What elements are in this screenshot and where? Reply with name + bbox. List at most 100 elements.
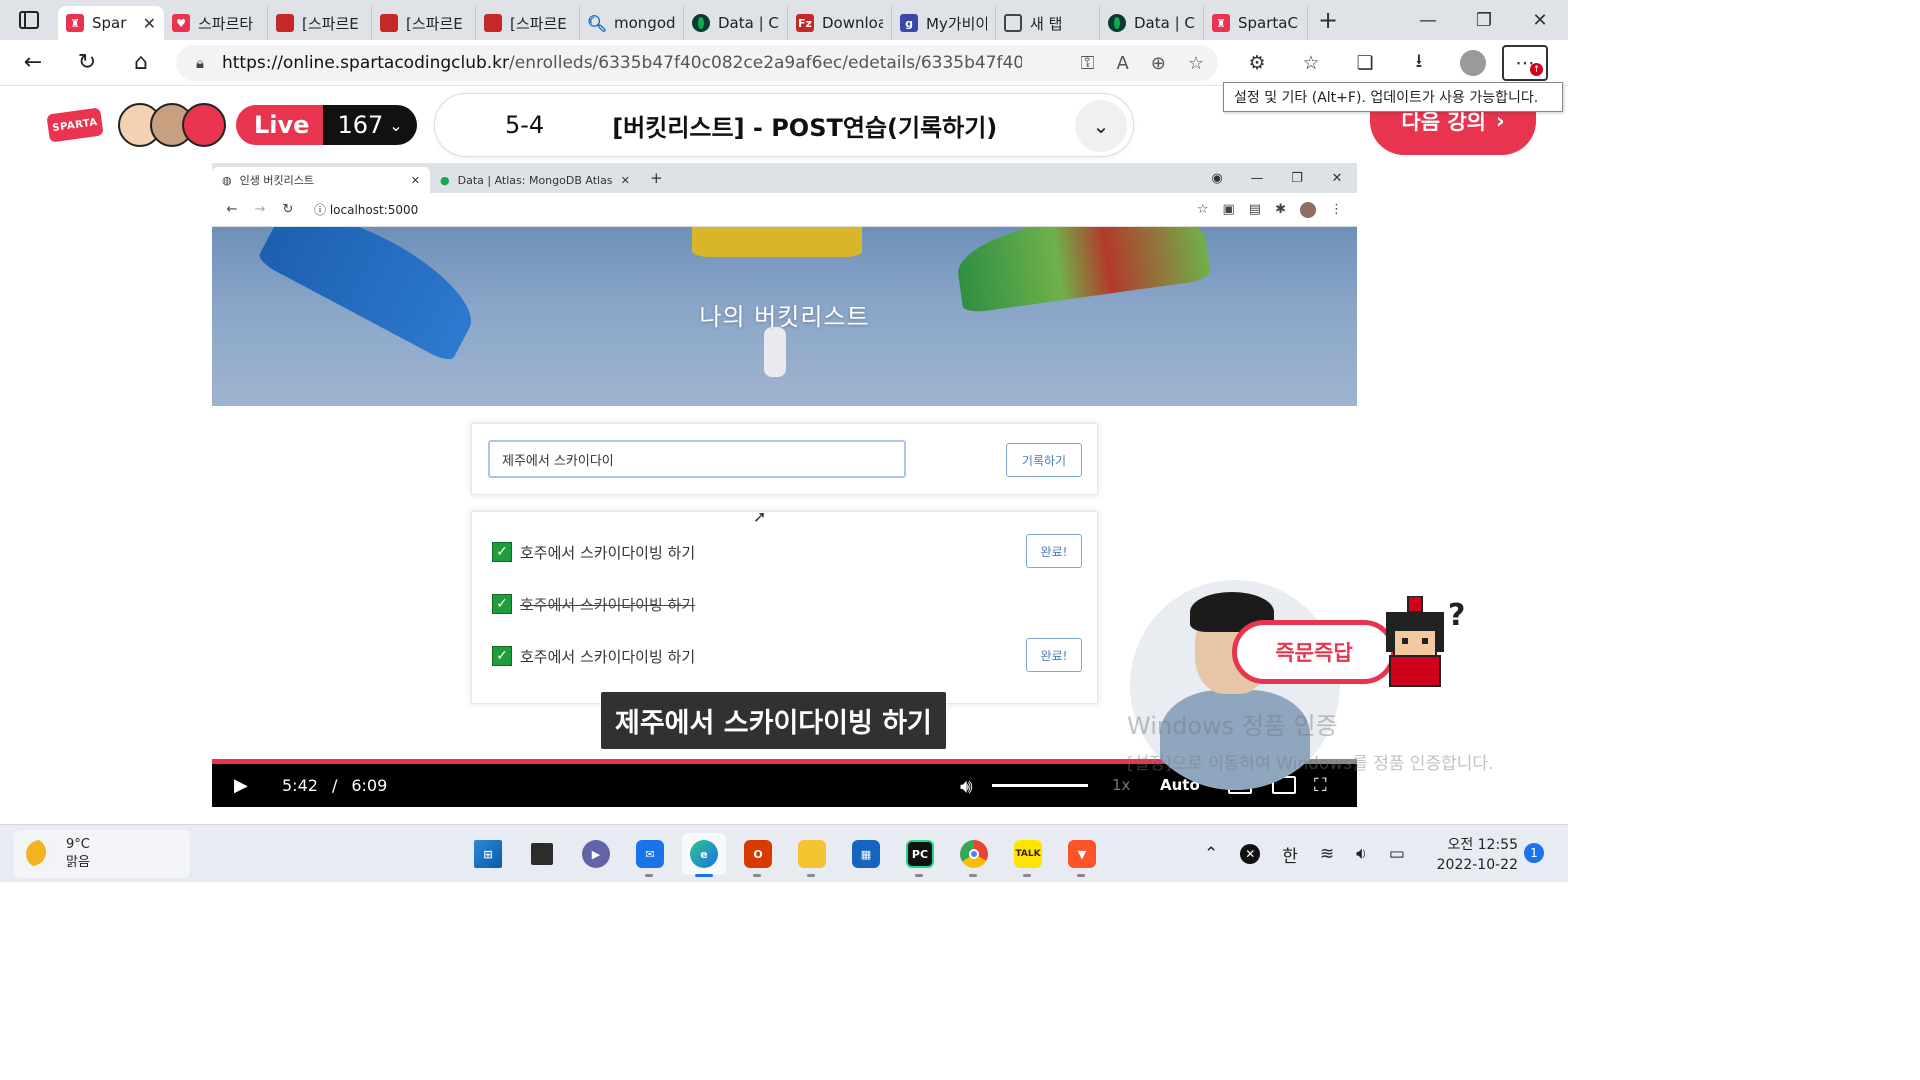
mouse-cursor-icon: ➚: [753, 507, 767, 526]
reload-button[interactable]: ↻: [60, 40, 114, 86]
back-button[interactable]: ←: [6, 40, 60, 86]
profile-avatar[interactable]: [1446, 40, 1500, 86]
edge-button[interactable]: e: [682, 833, 726, 877]
more-menu-tooltip: 설정 및 기타 (Alt+F). 업데이트가 사용 가능합니다.: [1223, 82, 1563, 112]
browser-tab-6[interactable]: Data | Cl: [684, 6, 788, 40]
add-favorite-icon[interactable]: ☆: [1188, 53, 1204, 74]
close-window-icon[interactable]: ✕: [1512, 0, 1568, 40]
chevron-down-icon[interactable]: ⌄: [1075, 100, 1127, 152]
address-bar[interactable]: 🔒︎ https://online.spartacodingclub.kr/en…: [176, 45, 1218, 81]
browser-tab-9[interactable]: 새 탭: [996, 6, 1100, 40]
fullscreen-icon[interactable]: ⛶: [1314, 775, 1327, 796]
clock-time: 오전 12:55: [1447, 837, 1518, 853]
kakaotalk-button[interactable]: TALK: [1006, 833, 1050, 877]
browser-tab-4[interactable]: [스파르E: [476, 6, 580, 40]
running-indicator: [915, 874, 923, 877]
extensions-icon[interactable]: ⚙: [1230, 40, 1284, 86]
browser-tab-10[interactable]: Data | Cl: [1100, 6, 1204, 40]
brave-button[interactable]: ▼: [1060, 833, 1104, 877]
weather-widget[interactable]: 9°C 맑음: [14, 830, 190, 878]
video-browser-tabbar: ◍ 인생 버킷리스트 ✕ ● Data | Atlas: MongoDB Atl…: [212, 163, 1357, 193]
chat-button[interactable]: ▶: [574, 833, 618, 875]
mail-button[interactable]: ✉: [628, 833, 672, 877]
office-button[interactable]: O: [736, 833, 780, 877]
reload-icon: ↻: [282, 202, 294, 217]
chevron-up-icon[interactable]: ⌃: [1204, 844, 1218, 864]
system-tray: ⌃ ✕ 한 ≋ 🔉︎ ▭: [1204, 825, 1427, 883]
forward-icon: →: [254, 202, 266, 217]
store-button[interactable]: ▦: [844, 833, 888, 875]
live-indicator[interactable]: Live 167 ⌄: [236, 105, 417, 145]
tab-label: Data | Cl: [1134, 14, 1195, 32]
zoom-icon[interactable]: ⊕: [1151, 53, 1166, 74]
close-tab-icon[interactable]: ✕: [143, 14, 156, 33]
store-icon: ▦: [852, 840, 880, 868]
browser-tab-8[interactable]: g My가비이: [892, 6, 996, 40]
browser-tab-7[interactable]: Fz Downloa: [788, 6, 892, 40]
windows-logo-icon: ⊞: [474, 840, 502, 868]
pycharm-button[interactable]: PC: [898, 833, 942, 877]
lock-icon[interactable]: 🔒︎: [196, 54, 204, 72]
file-explorer-button[interactable]: [790, 833, 834, 877]
lesson-selector[interactable]: 5-4 [버킷리스트] - POST연습(기록하기) ⌄: [434, 93, 1134, 157]
play-button[interactable]: ▶: [234, 775, 254, 796]
battery-icon[interactable]: ▭: [1389, 844, 1405, 864]
windows-taskbar: 9°C 맑음 ⊞ ▶ ✉ e O ▦ PC TALK ▼ ⌃ ✕ 한 ≋ 🔉︎ …: [0, 824, 1568, 882]
more-menu-button[interactable]: ⋯ ↑: [1502, 45, 1548, 81]
favorites-icon[interactable]: ☆: [1284, 40, 1338, 86]
playback-speed[interactable]: 1x: [1112, 776, 1130, 794]
tab-label: Downloa: [822, 14, 883, 32]
browser-tabbar: ♜ Spar ✕ ♥ 스파르타 [스파르E [스파르E [스파르E 🔍︎ mon…: [0, 0, 1568, 40]
volume-icon[interactable]: 🔊︎: [960, 774, 973, 798]
instant-qa-button[interactable]: 즉문즉답: [1232, 620, 1396, 684]
browser-tab-1[interactable]: ♥ 스파르타: [164, 6, 268, 40]
tab-label: Data | Cl: [718, 14, 779, 32]
system-clock[interactable]: 오전 12:55 2022-10-22: [1436, 835, 1518, 875]
running-indicator: [1077, 874, 1085, 877]
app-tray-icon[interactable]: ✕: [1240, 844, 1261, 864]
ime-indicator[interactable]: 한: [1282, 842, 1298, 867]
viewer-avatars[interactable]: [118, 103, 226, 147]
tab-label: My가비이: [926, 14, 987, 33]
browser-tab-11[interactable]: ♜ SpartaCo: [1204, 6, 1308, 40]
browser-tab-3[interactable]: [스파르E: [372, 6, 476, 40]
mongodb-leaf-icon: ●: [440, 173, 450, 187]
url-text[interactable]: https://online.spartacodingclub.kr/enrol…: [222, 53, 1022, 73]
task-view-button[interactable]: [520, 833, 564, 875]
minimize-icon[interactable]: —: [1400, 0, 1456, 40]
notion-red-icon: [276, 14, 294, 32]
home-button[interactable]: ⌂: [114, 40, 168, 86]
speaker-icon[interactable]: 🔉︎: [1356, 844, 1367, 864]
new-tab-page-icon: [1004, 14, 1022, 32]
new-tab-button[interactable]: +: [1308, 6, 1348, 34]
browser-tab-5[interactable]: 🔍︎ mongodb: [580, 6, 684, 40]
video-tab-label: Data | Atlas: MongoDB Atlas: [457, 173, 613, 187]
list-item: ✓ 호주에서 스카이다이빙 하기: [492, 591, 695, 617]
new-tab-icon: +: [650, 169, 663, 187]
tab-label: 새 탭: [1030, 14, 1063, 33]
search-icon: 🔍︎: [586, 13, 608, 33]
downloads-icon[interactable]: ⭳: [1392, 40, 1446, 86]
browser-tab-0[interactable]: ♜ Spar ✕: [58, 6, 164, 40]
key-icon[interactable]: ⚿: [1081, 53, 1095, 74]
sparta-logo[interactable]: SPARTA: [46, 107, 104, 143]
mongodb-leaf-icon: [1108, 14, 1126, 32]
window-controls: — ❐ ✕: [1400, 0, 1568, 40]
restore-icon[interactable]: ❐: [1456, 0, 1512, 40]
read-aloud-icon[interactable]: A: [1116, 53, 1128, 74]
current-time: 5:42: [282, 776, 318, 795]
notification-badge[interactable]: 1: [1524, 843, 1544, 863]
live-count-value: 167: [337, 111, 384, 139]
chrome-button[interactable]: [952, 833, 996, 877]
record-icon: ◉: [1211, 170, 1223, 186]
mongodb-leaf-icon: [692, 14, 710, 32]
running-indicator: [753, 874, 761, 877]
tab-actions-button[interactable]: [0, 0, 58, 40]
task-view-icon: [531, 843, 553, 865]
volume-slider[interactable]: [992, 784, 1088, 787]
collections-icon[interactable]: ❏: [1338, 40, 1392, 86]
wifi-icon[interactable]: ≋: [1320, 844, 1334, 864]
browser-tab-2[interactable]: [스파르E: [268, 6, 372, 40]
moon-icon: [26, 840, 54, 868]
start-button[interactable]: ⊞: [466, 833, 510, 875]
